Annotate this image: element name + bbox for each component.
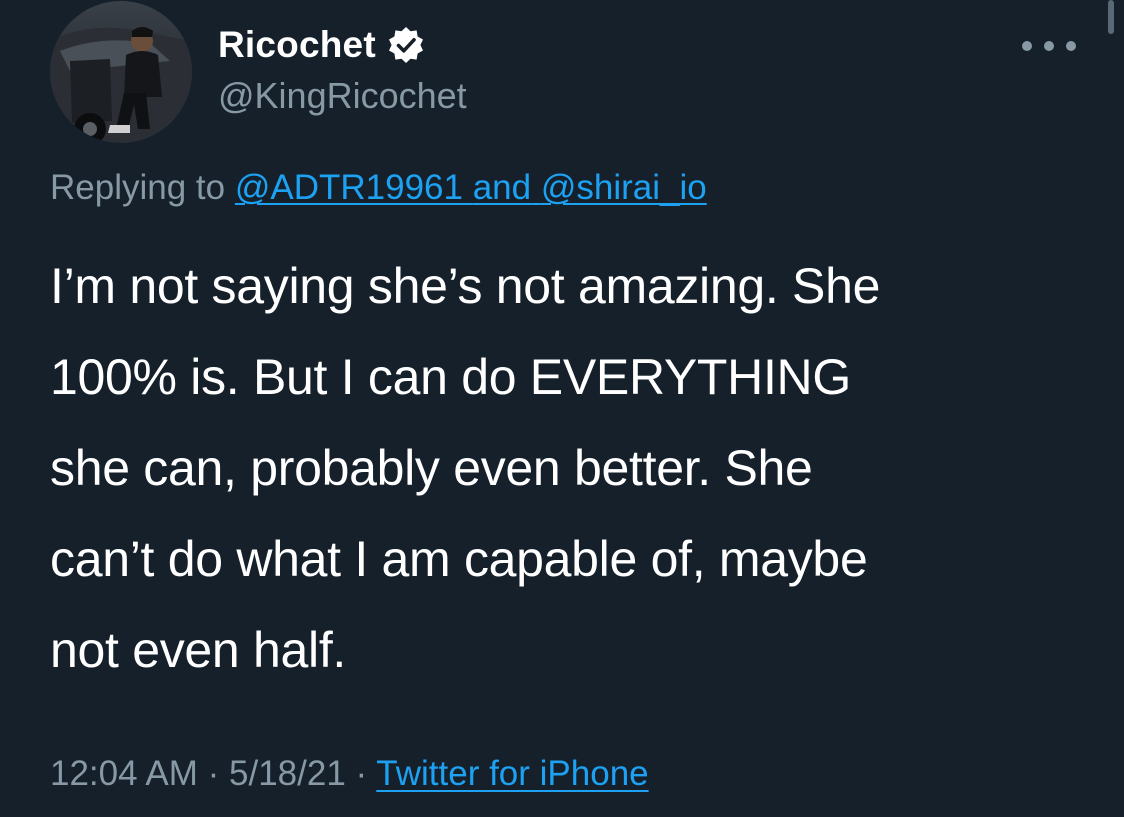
tweet-meta: 12:04 AM · 5/18/21 · Twitter for iPhone <box>50 749 649 799</box>
meta-separator: · <box>355 754 368 793</box>
avatar[interactable] <box>50 1 192 143</box>
tweet-text: I’m not saying she’s not amazing. She 10… <box>50 258 881 678</box>
more-options-icon[interactable] <box>1022 28 1076 64</box>
author-name[interactable]: Ricochet <box>218 18 376 72</box>
tweet-date[interactable]: 5/18/21 <box>229 754 346 793</box>
reply-mentions-link[interactable]: @ADTR19961 and @shirai_io <box>235 168 707 207</box>
verified-badge-icon <box>388 27 423 63</box>
more-dot <box>1066 41 1076 51</box>
mention-adtr19961[interactable]: @ADTR19961 <box>235 168 463 207</box>
more-dot <box>1044 41 1054 51</box>
tweet-time[interactable]: 12:04 AM <box>50 754 198 793</box>
scrollbar[interactable] <box>1108 0 1114 34</box>
tweet-detail: Ricochet @KingRicochet Replying to @ADTR… <box>0 0 1124 817</box>
more-dot <box>1022 41 1032 51</box>
meta-separator: · <box>207 754 220 793</box>
author-name-row[interactable]: Ricochet <box>218 18 426 72</box>
mention-shirai-io[interactable]: @shirai_io <box>541 168 707 207</box>
replying-to-line: Replying to @ADTR19961 and @shirai_io <box>50 164 707 212</box>
tweet-source-link[interactable]: Twitter for iPhone <box>376 754 648 793</box>
mention-joiner[interactable]: and <box>473 168 531 207</box>
avatar-photo <box>50 1 192 143</box>
replying-to-label: Replying to <box>50 168 226 207</box>
author-handle[interactable]: @KingRicochet <box>218 72 467 120</box>
